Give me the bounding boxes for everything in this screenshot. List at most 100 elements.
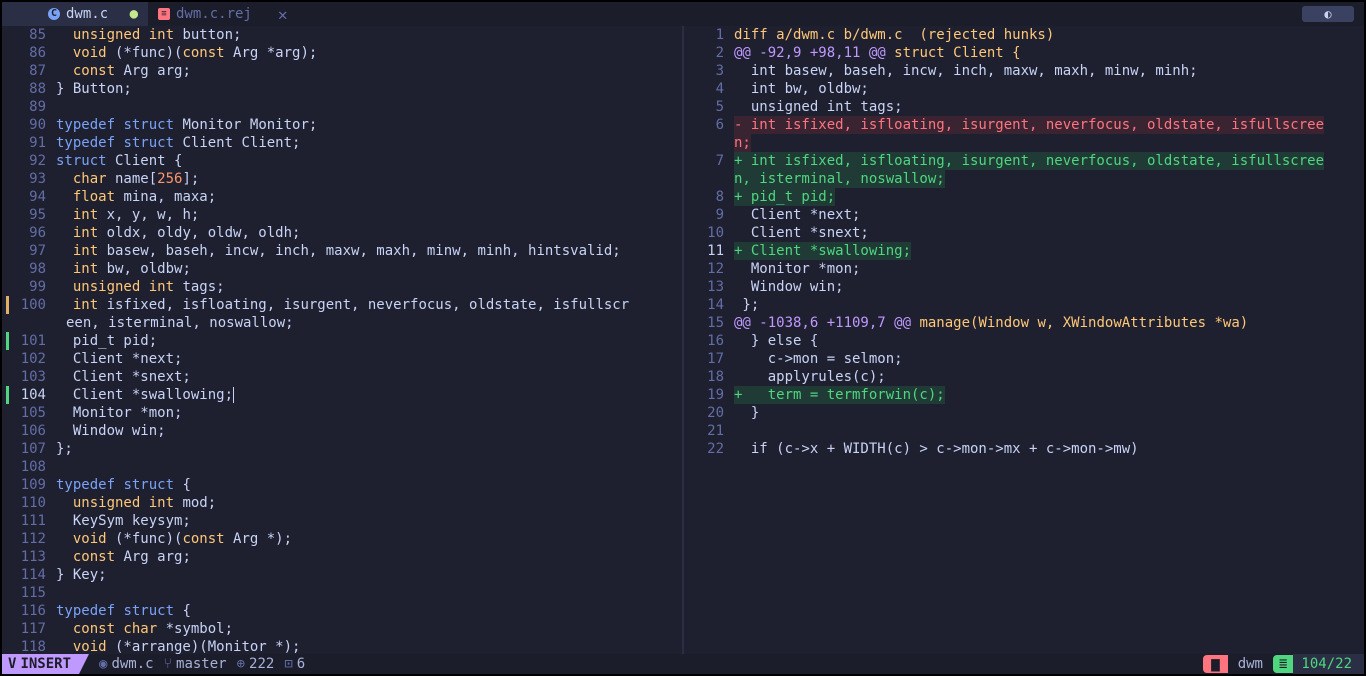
- tab-dwm-c[interactable]: C dwm.c ●: [2, 2, 148, 26]
- code-text: if (c->x + WIDTH(c) > c->mon->mx + c->mo…: [734, 441, 1139, 457]
- code-line[interactable]: 15 @@ -1038,6 +1109,7 @@ manage(Window w,…: [684, 314, 1364, 332]
- line-number: 89: [29, 99, 46, 115]
- code-text: };: [734, 297, 760, 313]
- code-line[interactable]: 16 } else {: [684, 332, 1364, 350]
- code-line-wrap[interactable]: n, isterminal, noswallow;: [684, 170, 1364, 188]
- code-line[interactable]: 85 unsigned int button;: [2, 26, 682, 44]
- code-line[interactable]: 101 pid_t pid;: [2, 332, 682, 350]
- code-line-wrap[interactable]: een, isterminal, noswallow;: [2, 314, 682, 332]
- line-number: 99: [29, 279, 46, 295]
- code-line[interactable]: 9 Client *next;: [684, 206, 1364, 224]
- code-text: int bw, oldbw;: [72, 261, 191, 277]
- line-number: 100: [20, 297, 46, 313]
- code-line[interactable]: 90 typedef struct Monitor Monitor;: [2, 116, 682, 134]
- line-number: 92: [29, 153, 46, 169]
- mode-indicator: V INSERT: [2, 654, 80, 674]
- code-line[interactable]: 96 int oldx, oldy, oldw, oldh;: [2, 224, 682, 242]
- code-text: const Arg arg;: [72, 63, 191, 79]
- code-line[interactable]: 89: [2, 98, 682, 116]
- code-line[interactable]: 97 int basew, baseh, incw, inch, maxw, m…: [2, 242, 682, 260]
- code-line[interactable]: 21: [684, 422, 1364, 440]
- code-line[interactable]: 5 unsigned int tags;: [684, 98, 1364, 116]
- status-branch[interactable]: ⑂ master: [164, 656, 227, 672]
- cursor-position: 104/22: [1293, 654, 1364, 674]
- code-line[interactable]: 22 if (c->x + WIDTH(c) > c->mon->mx + c-…: [684, 440, 1364, 458]
- code-line[interactable]: 110 unsigned int mod;: [2, 494, 682, 512]
- code-line[interactable]: 13 Window win;: [684, 278, 1364, 296]
- code-line[interactable]: 8 + pid_t pid;: [684, 188, 1364, 206]
- code-line[interactable]: 4 int bw, oldbw;: [684, 80, 1364, 98]
- code-line[interactable]: 98 int bw, oldbw;: [2, 260, 682, 278]
- code-line[interactable]: 111 KeySym keysym;: [2, 512, 682, 530]
- code-line[interactable]: 114} Key;: [2, 566, 682, 584]
- line-number: 111: [20, 513, 46, 529]
- line-number: 11: [707, 243, 724, 259]
- code-line[interactable]: 117 const char *symbol;: [2, 620, 682, 638]
- folder-name: dwm: [1237, 656, 1263, 672]
- line-number: 8: [715, 189, 724, 205]
- code-line[interactable]: 12 Monitor *mon;: [684, 260, 1364, 278]
- code-text: } Button;: [56, 81, 132, 97]
- code-line[interactable]: 115: [2, 584, 682, 602]
- code-line[interactable]: 103 Client *snext;: [2, 368, 682, 386]
- code-line[interactable]: 108: [2, 458, 682, 476]
- tab-dwm-c-rej[interactable]: ≡ dwm.c.rej ✕: [148, 2, 298, 26]
- code-line[interactable]: 112 void (*func)(const Arg *);: [2, 530, 682, 548]
- code-line[interactable]: 93 char name[256];: [2, 170, 682, 188]
- code-line[interactable]: 87 const Arg arg;: [2, 62, 682, 80]
- code-line[interactable]: 7 + int isfixed, isfloating, isurgent, ne…: [684, 152, 1364, 170]
- toggle-icon[interactable]: ◐: [1302, 6, 1354, 22]
- code-text: typedef struct {: [56, 477, 191, 493]
- code-line[interactable]: 116 typedef struct {: [2, 602, 682, 620]
- code-line[interactable]: 102 Client *next;: [2, 350, 682, 368]
- code-line[interactable]: 14 };: [684, 296, 1364, 314]
- code-line[interactable]: 109 typedef struct {: [2, 476, 682, 494]
- code-line[interactable]: 94 float mina, maxa;: [2, 188, 682, 206]
- c-file-icon: ◉: [99, 656, 108, 672]
- code-text: int isfixed, isfloating, isurgent, never…: [72, 297, 630, 313]
- code-line[interactable]: 106 Window win;: [2, 422, 682, 440]
- code-line[interactable]: 86 void (*func)(const Arg *arg);: [2, 44, 682, 62]
- code-text: float mina, maxa;: [72, 189, 217, 205]
- line-number: 87: [29, 63, 46, 79]
- editor-pane-right[interactable]: 1 diff a/dwm.c b/dwm.c (rejected hunks) 2 @…: [684, 26, 1364, 654]
- code-line[interactable]: 17 c->mon = selmon;: [684, 350, 1364, 368]
- code-line[interactable]: 92 struct Client {: [2, 152, 682, 170]
- code-line[interactable]: 107};: [2, 440, 682, 458]
- code-line[interactable]: 11 + Client *swallowing;: [684, 242, 1364, 260]
- code-line[interactable]: 2 @@ -92,9 +98,11 @@ struct Client {: [684, 44, 1364, 62]
- code-line[interactable]: 91 typedef struct Client Client;: [2, 134, 682, 152]
- code-text: diff a/dwm.c b/dwm.c (rejected hunks): [734, 27, 1055, 43]
- code-text: pid_t pid;: [56, 333, 158, 349]
- code-line[interactable]: 113 const Arg arg;: [2, 548, 682, 566]
- code-line[interactable]: 105 Monitor *mon;: [2, 404, 682, 422]
- code-line[interactable]: 88 } Button;: [2, 80, 682, 98]
- plus-circle-icon: ⊕: [236, 656, 246, 672]
- code-text: unsigned int button;: [72, 27, 242, 43]
- code-line[interactable]: 100 int isfixed, isfloating, isurgent, n…: [2, 296, 682, 314]
- code-line[interactable]: 1 diff a/dwm.c b/dwm.c (rejected hunks): [684, 26, 1364, 44]
- line-number: 112: [20, 531, 46, 547]
- line-number: 10: [707, 225, 724, 241]
- code-line[interactable]: 20 }: [684, 404, 1364, 422]
- line-number: 88: [29, 81, 46, 97]
- code-line-wrap[interactable]: n;: [684, 134, 1364, 152]
- close-icon[interactable]: ✕: [278, 5, 288, 24]
- code-text: unsigned int mod;: [72, 495, 217, 511]
- line-number: 96: [29, 225, 46, 241]
- code-line[interactable]: 95 int x, y, w, h;: [2, 206, 682, 224]
- code-line[interactable]: 3 int basew, baseh, incw, inch, maxw, ma…: [684, 62, 1364, 80]
- rej-file-icon: ≡: [158, 8, 170, 20]
- code-line[interactable]: 99 unsigned int tags;: [2, 278, 682, 296]
- text-cursor: [233, 387, 235, 403]
- folder-icon: ▆: [1203, 655, 1228, 673]
- code-line[interactable]: 19 + term = termforwin(c);: [684, 386, 1364, 404]
- code-line[interactable]: 104 Client *swallowing;: [2, 386, 682, 404]
- code-text: }: [734, 405, 760, 421]
- code-line[interactable]: 10 Client *snext;: [684, 224, 1364, 242]
- code-line[interactable]: 18 applyrules(c);: [684, 368, 1364, 386]
- editor-pane-left[interactable]: 85 unsigned int button; 86 void (*func)(c…: [2, 26, 682, 654]
- code-line[interactable]: 6 - int isfixed, isfloating, isurgent, ne…: [684, 116, 1364, 134]
- status-file-name: dwm.c: [111, 656, 154, 672]
- code-line[interactable]: 118 void (*arrange)(Monitor *);: [2, 638, 682, 654]
